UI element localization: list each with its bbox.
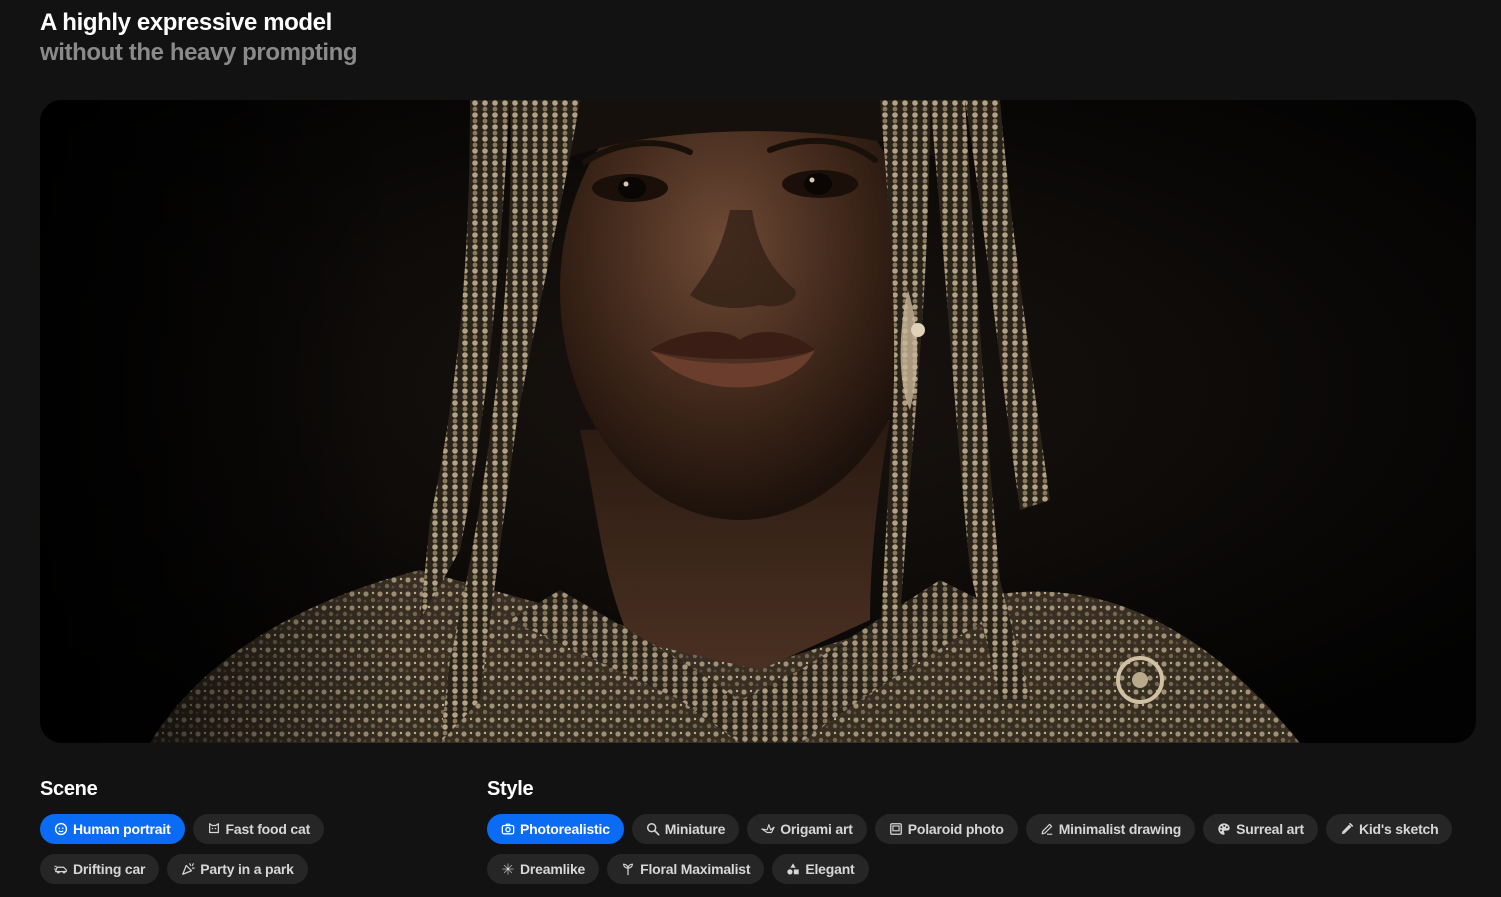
style-chip-floral-maximalist[interactable]: Floral Maximalist: [607, 854, 765, 884]
style-chip-miniature[interactable]: Miniature: [631, 814, 740, 844]
flower-icon: [621, 862, 635, 876]
chip-label: Dreamlike: [520, 861, 586, 877]
sparkle-icon: [501, 862, 515, 876]
chip-label: Elegant: [805, 861, 855, 877]
scene-section: Scene Human portrait Fast food cat Drift…: [40, 776, 340, 884]
crayon-icon: [1340, 822, 1354, 836]
chip-label: Party in a park: [200, 861, 294, 877]
style-title: Style: [487, 778, 534, 800]
style-chip-surreal-art[interactable]: Surreal art: [1203, 814, 1318, 844]
chip-label: Drifting car: [73, 861, 146, 877]
party-icon: [181, 862, 195, 876]
pencil-icon: [1040, 822, 1054, 836]
chip-label: Origami art: [780, 821, 853, 837]
chip-label: Miniature: [664, 821, 726, 837]
polaroid-icon: [889, 822, 903, 836]
scene-chips: Human portrait Fast food cat Drifting ca…: [40, 814, 340, 884]
chip-label: Human portrait: [73, 821, 171, 837]
scene-chip-drifting-car[interactable]: Drifting car: [40, 854, 160, 884]
style-chip-elegant[interactable]: Elegant: [772, 854, 869, 884]
shapes-icon: [786, 862, 800, 876]
style-chips: Photorealistic Miniature Origami art Pol…: [487, 814, 1477, 884]
hero-image: [40, 100, 1476, 743]
headline-title: A highly expressive model: [40, 9, 332, 36]
style-section: Style Photorealistic Miniature Origami a…: [487, 776, 1477, 884]
chip-label: Surreal art: [1236, 821, 1304, 837]
camera-icon: [501, 822, 515, 836]
style-chip-minimalist-drawing[interactable]: Minimalist drawing: [1025, 814, 1196, 844]
scene-chip-human-portrait[interactable]: Human portrait: [40, 814, 185, 844]
face-icon: [54, 822, 68, 836]
palette-icon: [1217, 822, 1231, 836]
style-chip-kids-sketch[interactable]: Kid's sketch: [1325, 814, 1453, 844]
portrait-image: [40, 100, 1476, 743]
style-chip-dreamlike[interactable]: Dreamlike: [487, 854, 600, 884]
magnifier-icon: [646, 822, 660, 836]
scene-chip-party-in-a-park[interactable]: Party in a park: [167, 854, 308, 884]
chip-label: Kid's sketch: [1358, 821, 1439, 837]
headline-subtitle: without the heavy prompting: [40, 39, 358, 66]
chip-label: Photorealistic: [520, 821, 610, 837]
chip-label: Polaroid photo: [907, 821, 1004, 837]
style-chip-polaroid-photo[interactable]: Polaroid photo: [874, 814, 1018, 844]
chip-label: Fast food cat: [225, 821, 311, 837]
headline: A highly expressive model without the he…: [40, 8, 358, 68]
scene-chip-fast-food-cat[interactable]: Fast food cat: [192, 814, 325, 844]
style-chip-origami-art[interactable]: Origami art: [747, 814, 867, 844]
scene-title: Scene: [40, 778, 98, 800]
car-icon: [54, 862, 68, 876]
chip-label: Floral Maximalist: [640, 861, 751, 877]
cat-icon: [207, 822, 221, 836]
style-chip-photorealistic[interactable]: Photorealistic: [487, 814, 624, 844]
origami-bird-icon: [761, 822, 775, 836]
chip-label: Minimalist drawing: [1058, 821, 1182, 837]
